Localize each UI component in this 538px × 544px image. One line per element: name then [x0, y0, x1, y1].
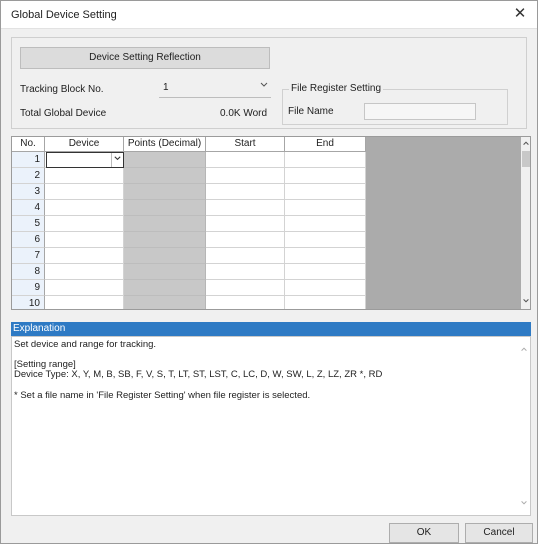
end-cell[interactable]	[285, 232, 366, 248]
device-cell[interactable]	[45, 216, 124, 232]
scroll-up-icon[interactable]	[521, 139, 530, 149]
device-grid: No. Device Points (Decimal) Start End 1 …	[11, 136, 531, 310]
points-cell	[124, 296, 206, 309]
device-cell[interactable]	[45, 280, 124, 296]
start-cell[interactable]	[206, 168, 285, 184]
start-cell[interactable]	[206, 280, 285, 296]
tracking-block-value: 1	[163, 82, 169, 93]
device-setting-reflection-button[interactable]: Device Setting Reflection	[20, 47, 270, 69]
device-cell[interactable]	[45, 248, 124, 264]
start-cell[interactable]	[206, 216, 285, 232]
total-global-device-value: 0.0K Word	[220, 108, 268, 119]
window-title: Global Device Setting	[11, 9, 117, 21]
tracking-block-select[interactable]: 1	[159, 80, 271, 98]
start-cell[interactable]	[206, 152, 285, 168]
row-number: 1	[12, 152, 45, 168]
table-row: 5	[12, 216, 366, 232]
scroll-down-icon[interactable]	[518, 499, 530, 509]
chevron-down-icon	[259, 80, 269, 93]
row-number: 2	[12, 168, 45, 184]
cancel-button[interactable]: Cancel	[465, 523, 533, 543]
points-cell	[124, 184, 206, 200]
explanation-line: Set device and range for tracking.	[14, 339, 157, 350]
column-header-no: No.	[12, 137, 45, 152]
column-header-end: End	[285, 137, 366, 152]
close-icon[interactable]: ✕	[509, 4, 531, 24]
grid-empty-area	[366, 137, 521, 309]
table-row: 1	[12, 152, 366, 168]
column-header-points: Points (Decimal)	[124, 137, 206, 152]
table-row: 4	[12, 200, 366, 216]
grid-area: No. Device Points (Decimal) Start End 1 …	[12, 137, 366, 309]
device-cell[interactable]	[45, 184, 124, 200]
start-cell[interactable]	[206, 264, 285, 280]
device-cell[interactable]	[45, 168, 124, 184]
start-cell[interactable]	[206, 296, 285, 309]
explanation-header: Explanation	[11, 322, 531, 336]
chevron-down-icon[interactable]	[111, 153, 123, 167]
column-header-device: Device	[45, 137, 124, 152]
file-name-input[interactable]	[364, 103, 476, 120]
points-cell	[124, 232, 206, 248]
explanation-panel: Set device and range for tracking. [Sett…	[11, 336, 531, 516]
scroll-down-icon[interactable]	[521, 297, 530, 307]
scroll-up-icon[interactable]	[518, 345, 530, 355]
explanation-scrollbar[interactable]	[518, 337, 530, 515]
table-row: 9	[12, 280, 366, 296]
table-row: 2	[12, 168, 366, 184]
points-cell	[124, 216, 206, 232]
end-cell[interactable]	[285, 216, 366, 232]
file-name-label: File Name	[288, 106, 334, 117]
end-cell[interactable]	[285, 296, 366, 309]
row-number: 8	[12, 264, 45, 280]
points-cell	[124, 168, 206, 184]
explanation-line: Device Type: X, Y, M, B, SB, F, V, S, T,…	[14, 369, 383, 380]
explanation-line: * Set a file name in 'File Register Sett…	[14, 390, 311, 401]
global-device-setting-dialog: Global Device Setting ✕ Device Setting R…	[0, 0, 538, 544]
points-cell	[124, 280, 206, 296]
row-number: 5	[12, 216, 45, 232]
row-number: 6	[12, 232, 45, 248]
row-number: 4	[12, 200, 45, 216]
row-number: 7	[12, 248, 45, 264]
start-cell[interactable]	[206, 200, 285, 216]
row-number: 10	[12, 296, 45, 309]
total-global-device-label: Total Global Device	[20, 108, 107, 119]
table-row: 10	[12, 296, 366, 309]
title-bar: Global Device Setting ✕	[1, 1, 537, 29]
row-number: 9	[12, 280, 45, 296]
row-number: 3	[12, 184, 45, 200]
table-row: 7	[12, 248, 366, 264]
points-cell	[124, 264, 206, 280]
end-cell[interactable]	[285, 200, 366, 216]
settings-panel: Device Setting Reflection Tracking Block…	[11, 37, 527, 129]
device-cell[interactable]	[45, 232, 124, 248]
start-cell[interactable]	[206, 248, 285, 264]
file-register-setting-legend: File Register Setting	[289, 83, 384, 94]
ok-button[interactable]: OK	[389, 523, 459, 543]
grid-scrollbar[interactable]	[521, 137, 530, 309]
points-cell	[124, 200, 206, 216]
start-cell[interactable]	[206, 232, 285, 248]
column-header-start: Start	[206, 137, 285, 152]
scroll-thumb[interactable]	[522, 151, 530, 167]
start-cell[interactable]	[206, 184, 285, 200]
device-dropdown[interactable]	[46, 152, 124, 168]
device-cell[interactable]	[45, 264, 124, 280]
end-cell[interactable]	[285, 168, 366, 184]
points-cell	[124, 152, 206, 168]
table-row: 6	[12, 232, 366, 248]
end-cell[interactable]	[285, 280, 366, 296]
end-cell[interactable]	[285, 184, 366, 200]
end-cell[interactable]	[285, 248, 366, 264]
device-cell[interactable]	[45, 200, 124, 216]
table-row: 3	[12, 184, 366, 200]
tracking-block-label: Tracking Block No.	[20, 84, 104, 95]
table-row: 8	[12, 264, 366, 280]
end-cell[interactable]	[285, 152, 366, 168]
end-cell[interactable]	[285, 264, 366, 280]
device-cell[interactable]	[45, 296, 124, 309]
points-cell	[124, 248, 206, 264]
